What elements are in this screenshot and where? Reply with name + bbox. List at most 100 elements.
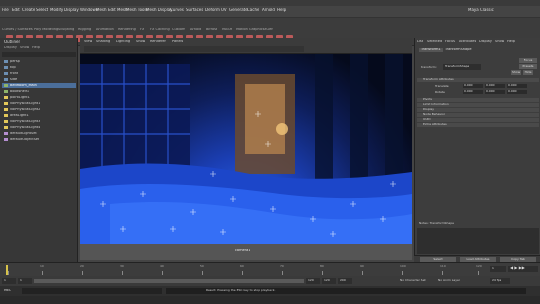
translate-z-field[interactable]: 0.000 bbox=[507, 84, 527, 88]
outliner-item[interactable]: top bbox=[10, 66, 16, 70]
anim-end-field[interactable]: 200 bbox=[338, 278, 352, 284]
menu-curves[interactable]: Curves bbox=[170, 8, 184, 12]
outliner-menu-display[interactable]: Display bbox=[4, 46, 17, 50]
shelf-tab-fxcaching[interactable]: FX Caching bbox=[150, 28, 170, 32]
attr-tab-list[interactable]: List bbox=[417, 40, 423, 44]
menu-uv[interactable]: UV bbox=[221, 8, 227, 12]
outliner-item[interactable]: side bbox=[10, 78, 17, 82]
menu-mesh[interactable]: Mesh bbox=[96, 8, 107, 12]
rotate-x-field[interactable]: 0.000 bbox=[463, 90, 483, 94]
command-input[interactable] bbox=[22, 288, 162, 294]
shelf-tab-custom[interactable]: Custom bbox=[172, 28, 185, 32]
attr-tab-display[interactable]: Display bbox=[479, 40, 492, 44]
shelf-tab-sculpting[interactable]: Sculpting bbox=[58, 28, 74, 32]
viewport-menu-view[interactable]: View bbox=[84, 40, 92, 44]
range-end-field[interactable]: 120 bbox=[322, 278, 336, 284]
presets-button[interactable]: Presets bbox=[519, 64, 537, 69]
menu-display[interactable]: Display bbox=[64, 8, 79, 12]
outliner-item[interactable]: volPhysicalLight2 bbox=[10, 108, 40, 112]
menu-deform[interactable]: Deform bbox=[205, 8, 220, 12]
attr-node-name-field[interactable]: TransformShape bbox=[443, 64, 481, 70]
shelf-tab-rendering[interactable]: Rendering bbox=[118, 28, 136, 32]
anim-layer-label[interactable]: No Anim Layer bbox=[438, 279, 460, 282]
outliner-search-input[interactable] bbox=[2, 52, 76, 57]
outliner-item[interactable]: areaLight1 bbox=[10, 114, 29, 118]
shelf-tab-mash[interactable]: MASH bbox=[222, 28, 232, 32]
menu-help[interactable]: Help bbox=[277, 8, 286, 12]
outliner-item-selected[interactable]: BedRoom_Main bbox=[10, 84, 37, 88]
section-extra-attributes[interactable]: Extra Attributes bbox=[417, 123, 539, 127]
outliner-menu-help[interactable]: Help bbox=[32, 46, 40, 50]
menu-cache[interactable]: Cache bbox=[247, 8, 259, 12]
menu-mesh-tools[interactable]: Mesh Tools bbox=[126, 8, 148, 12]
section-uuid[interactable]: UUID bbox=[417, 118, 539, 122]
hide-button[interactable]: Hide bbox=[523, 70, 533, 75]
menu-file[interactable]: File bbox=[2, 8, 9, 12]
shelf-tab-rigging[interactable]: Rigging bbox=[78, 28, 91, 32]
outliner-item[interactable]: volPhysicalLight3 bbox=[10, 120, 40, 124]
outliner-item[interactable]: pointLight1 bbox=[10, 96, 30, 100]
viewport-menu-renderer[interactable]: Renderer bbox=[150, 40, 166, 44]
shelf-tab-animation[interactable]: Animation bbox=[96, 28, 114, 32]
attr-tab-focus[interactable]: Focus bbox=[445, 40, 455, 44]
menu-generate[interactable]: Generate bbox=[229, 8, 248, 12]
outliner-item[interactable]: defaultLightSet bbox=[10, 132, 37, 136]
viewport-menu-show[interactable]: Show bbox=[136, 40, 145, 44]
show-button[interactable]: Show bbox=[511, 70, 521, 75]
command-line[interactable]: MEL Result: Pressing the ESC key to stop… bbox=[0, 286, 540, 296]
outliner-item[interactable]: defaultObjectSet bbox=[10, 138, 39, 142]
viewport-toolbar[interactable] bbox=[84, 46, 304, 52]
shelf-tab-curves[interactable]: Curves / Surfaces bbox=[2, 28, 33, 32]
menu-modify[interactable]: Modify bbox=[50, 8, 63, 12]
workspace-label[interactable]: Maya Classic bbox=[468, 8, 494, 12]
timeline[interactable]: 1 10 20 30 40 50 60 70 80 90 100 110 120… bbox=[0, 262, 540, 276]
cmd-lang-label[interactable]: MEL bbox=[4, 289, 11, 293]
outliner-item[interactable]: volPhysicalLight4 bbox=[10, 126, 40, 130]
outliner-item[interactable]: volPhysicalLight1 bbox=[10, 102, 40, 106]
playback-controls[interactable]: ◀ ▶ ▶▶ bbox=[508, 266, 538, 272]
range-slider[interactable]: 1 1 120 120 200 No Character Set No Anim… bbox=[0, 276, 540, 286]
shelf-tab-fx[interactable]: FX bbox=[140, 28, 144, 32]
shelf-tab-poly[interactable]: Poly Modeling bbox=[34, 28, 58, 32]
viewport-menu-lighting[interactable]: Lighting bbox=[116, 40, 130, 44]
attr-tab-help[interactable]: Help bbox=[507, 40, 515, 44]
shelf-tab-xgen[interactable]: XGen bbox=[264, 28, 273, 32]
notes-textarea[interactable] bbox=[417, 228, 539, 254]
shelf-tab-arnold[interactable]: Arnold bbox=[190, 28, 201, 32]
fps-select[interactable]: 24 fps bbox=[490, 278, 510, 284]
current-frame-field[interactable]: 1 bbox=[490, 266, 506, 272]
menu-create[interactable]: Create bbox=[22, 8, 35, 12]
outliner-item[interactable]: persp bbox=[10, 60, 20, 64]
menu-arnold[interactable]: Arnold bbox=[262, 8, 275, 12]
range-start-field[interactable]: 1 bbox=[2, 278, 16, 284]
character-set-label[interactable]: No Character Set bbox=[400, 279, 426, 282]
rotate-y-field[interactable]: 0.000 bbox=[485, 90, 505, 94]
section-limit[interactable]: Limit Information bbox=[417, 103, 539, 107]
section-pivots[interactable]: Pivots bbox=[417, 98, 539, 102]
section-node-behavior[interactable]: Node Behavior bbox=[417, 113, 539, 117]
translate-x-field[interactable]: 0.000 bbox=[463, 84, 483, 88]
range-end-inner-field[interactable]: 120 bbox=[306, 278, 320, 284]
attr-tab-attributes[interactable]: Attributes bbox=[459, 40, 476, 44]
section-transform[interactable]: Transform Attributes bbox=[417, 78, 539, 82]
rotate-z-field[interactable]: 0.000 bbox=[507, 90, 527, 94]
viewport-menu-panels[interactable]: Panels bbox=[172, 40, 183, 44]
shelf-tab-bifrost[interactable]: Bifrost bbox=[206, 28, 217, 32]
attr-node-tab-shape[interactable]: TranformShape bbox=[445, 48, 472, 52]
range-slider-bar[interactable] bbox=[34, 279, 304, 283]
section-display[interactable]: Display bbox=[417, 108, 539, 112]
outliner-item[interactable]: front bbox=[10, 72, 18, 76]
timeline-playhead[interactable] bbox=[6, 265, 8, 275]
attr-tab-show[interactable]: Show bbox=[495, 40, 504, 44]
menu-surfaces[interactable]: Surfaces bbox=[186, 8, 203, 12]
viewport-menu-shading[interactable]: Shading bbox=[96, 40, 110, 44]
outliner-menu-show[interactable]: Show bbox=[20, 46, 29, 50]
play-icon[interactable]: ◀ ▶ ▶▶ bbox=[510, 266, 525, 270]
menu-edit-mesh[interactable]: Edit Mesh bbox=[108, 8, 128, 12]
viewport-render[interactable] bbox=[80, 54, 412, 244]
range-start-inner-field[interactable]: 1 bbox=[18, 278, 32, 284]
translate-y-field[interactable]: 0.000 bbox=[485, 84, 505, 88]
menu-mesh-display[interactable]: Mesh Display bbox=[146, 8, 173, 12]
outliner-item[interactable]: bookshelf1 bbox=[10, 90, 29, 94]
menu-select[interactable]: Select bbox=[36, 8, 48, 12]
